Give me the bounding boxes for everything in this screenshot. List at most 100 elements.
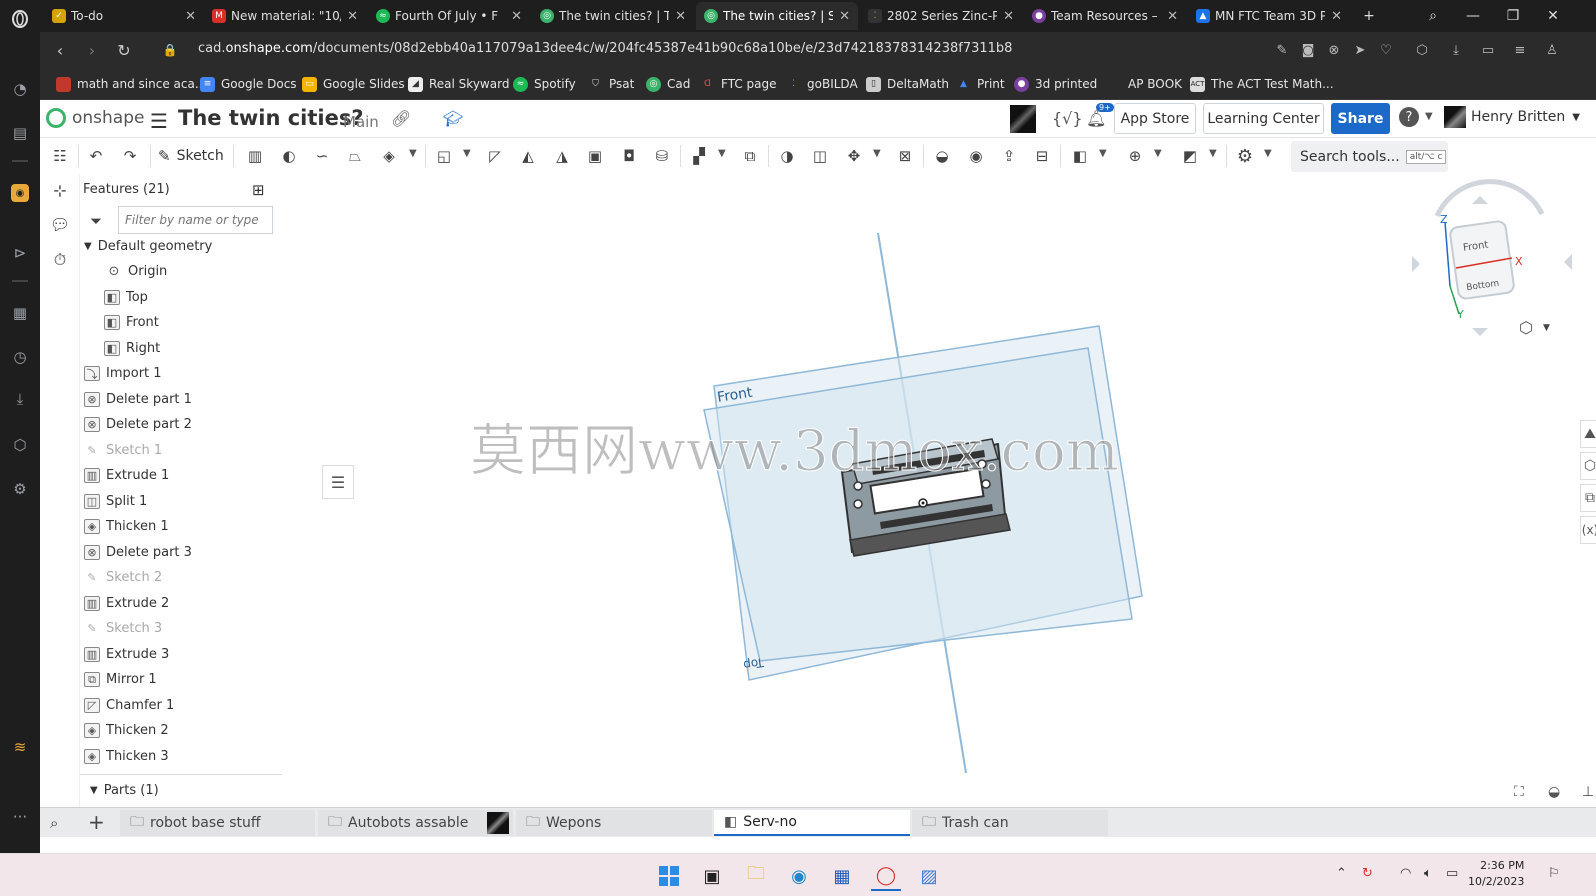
- reload-button[interactable]: ↻: [112, 38, 136, 62]
- search-tools-input[interactable]: Search tools... alt/⌥ c: [1291, 141, 1448, 172]
- delete-part-icon[interactable]: ⊠: [893, 144, 917, 168]
- feature-item[interactable]: ⧉ Mirror 1: [84, 667, 157, 692]
- revolve-icon[interactable]: ◐: [277, 144, 301, 168]
- sweep-icon[interactable]: ∽: [310, 144, 334, 168]
- add-tab-icon[interactable]: +: [88, 810, 105, 834]
- feature-filter-input[interactable]: [118, 206, 273, 234]
- feature-item[interactable]: ⊗ Delete part 3: [84, 540, 192, 565]
- mass-properties-icon[interactable]: ⧉: [1580, 484, 1596, 512]
- task-view-icon[interactable]: ▣: [697, 861, 727, 891]
- appearance-icon[interactable]: ⛰: [1580, 420, 1596, 448]
- tab-part-studio-active[interactable]: ◧ Serv-no: [714, 810, 910, 836]
- onshape-logo[interactable]: onshape: [46, 108, 144, 128]
- settings-icon[interactable]: ⚙: [0, 474, 40, 504]
- system-clock[interactable]: 2:36 PM 10/2/2023: [1468, 858, 1524, 890]
- file-explorer-icon[interactable]: 🗀︎: [741, 861, 771, 891]
- bag-icon[interactable]: ▤: [0, 118, 40, 148]
- feature-plane-right[interactable]: ◧ Right: [104, 336, 160, 361]
- opera-logo-icon[interactable]: [0, 4, 40, 34]
- help-icon[interactable]: ?: [1399, 107, 1419, 127]
- bookmark[interactable]: AP BOOK: [1128, 74, 1182, 94]
- feature-panel-toggle-icon[interactable]: ☰: [322, 465, 354, 499]
- document-title[interactable]: The twin cities?: [178, 106, 364, 130]
- boolean-icon[interactable]: ◑: [775, 144, 799, 168]
- feature-item[interactable]: ▥ Extrude 3: [84, 642, 169, 667]
- feature-item[interactable]: ▥ Extrude 1: [84, 463, 169, 488]
- wifi-icon[interactable]: ◠: [1400, 866, 1411, 881]
- more-icon[interactable]: ···: [0, 802, 40, 832]
- chevron-down-icon[interactable]: ▼: [1264, 148, 1272, 159]
- feature-item[interactable]: ◈ Thicken 2: [84, 718, 169, 743]
- bookmark[interactable]: ▲ Print: [956, 74, 1005, 94]
- downloads-icon[interactable]: ⤓: [0, 384, 40, 414]
- chevron-down-icon[interactable]: ▼: [1543, 323, 1550, 333]
- feature-list-icon[interactable]: ☷: [48, 144, 72, 168]
- section-view-icon[interactable]: ◒: [1548, 784, 1560, 800]
- graphics-viewport[interactable]: Front Top 莫西网www.3dmox.com Front Bottom …: [282, 174, 1596, 807]
- notification-icon[interactable]: ⚐: [1548, 866, 1560, 881]
- forward-button[interactable]: ›: [80, 38, 104, 62]
- url-field[interactable]: cad.onshape.com/documents/08d2ebb40a1170…: [198, 41, 1012, 56]
- feature-item[interactable]: ✎ Sketch 1: [84, 438, 162, 463]
- feature-item[interactable]: ◸ Chamfer 1: [84, 693, 174, 718]
- add-feature-icon[interactable]: ⊹: [48, 178, 72, 202]
- close-icon[interactable]: ✕: [347, 9, 358, 24]
- browser-tab[interactable]: ≈ Fourth Of July • F ✕: [368, 2, 530, 30]
- close-icon[interactable]: ✕: [511, 9, 522, 24]
- rib-icon[interactable]: ◮: [550, 144, 574, 168]
- chevron-down-icon[interactable]: ▼: [1154, 148, 1162, 159]
- close-window-button[interactable]: ✕: [1534, 0, 1572, 32]
- timer-icon[interactable]: ⏱︎: [48, 248, 72, 272]
- tab-folder[interactable]: 🗀︎ Trash can: [912, 810, 1108, 836]
- close-icon[interactable]: ✕: [1331, 9, 1342, 24]
- bookmark[interactable]: ▭ Google Slides: [302, 74, 405, 94]
- chevron-down-icon[interactable]: ▼: [1099, 148, 1107, 159]
- photos-icon[interactable]: ▨: [914, 861, 944, 891]
- browser-tab[interactable]: ⁚ 2802 Series Zinc-Plat ✕: [860, 2, 1022, 30]
- app-store-button[interactable]: App Store: [1114, 103, 1196, 134]
- comments-icon[interactable]: 💬︎: [48, 212, 72, 236]
- sheet-metal-icon[interactable]: ◩: [1178, 144, 1202, 168]
- tab-folder[interactable]: 🗀︎ Autobots assable: [318, 810, 513, 836]
- send-icon[interactable]: ➤: [1350, 40, 1370, 60]
- bookmark[interactable]: ◢ Real Skyward: [408, 74, 509, 94]
- tab-manager-icon[interactable]: ⌕: [50, 814, 58, 832]
- filter-icon[interactable]: ⏷: [90, 212, 102, 230]
- loft-icon[interactable]: ⏢: [343, 144, 367, 168]
- cube-icon[interactable]: ⬡: [1412, 40, 1432, 60]
- battery-saver-icon[interactable]: ▭: [1478, 40, 1498, 60]
- feature-item[interactable]: ⊗ Delete part 1: [84, 387, 192, 412]
- chevron-down-icon[interactable]: ▼: [90, 785, 98, 796]
- player-icon[interactable]: ⊳: [0, 238, 40, 268]
- variables-icon[interactable]: (x): [1580, 516, 1596, 544]
- model-canvas[interactable]: Front Top 莫西网www.3dmox.com Front Bottom …: [282, 174, 1596, 807]
- feature-item[interactable]: ⤵ Import 1: [84, 361, 162, 386]
- chamfer-icon[interactable]: ◸: [483, 144, 507, 168]
- browser-tab[interactable]: M New material: "10/2 ✕: [204, 2, 366, 30]
- parts-section-header[interactable]: ▼ Parts (1): [80, 774, 315, 806]
- view-mode-icon[interactable]: ⬡: [1519, 318, 1533, 337]
- workspaces-icon[interactable]: ▦: [0, 298, 40, 328]
- browser-tab[interactable]: ▲ MN FTC Team 3D Prin ✕: [1188, 2, 1350, 30]
- bookmark[interactable]: math and since aca...: [56, 74, 206, 94]
- transform-icon[interactable]: ✥: [842, 144, 866, 168]
- chevron-down-icon[interactable]: ▼: [1425, 111, 1433, 122]
- bookmark[interactable]: ▯ DeltaMath: [866, 74, 949, 94]
- split-icon[interactable]: ◫: [808, 144, 832, 168]
- close-icon[interactable]: ✕: [1003, 9, 1014, 24]
- volume-icon[interactable]: 🔈︎: [1424, 866, 1432, 881]
- bookmark[interactable]: ACT The ACT Test Math...: [1190, 74, 1334, 94]
- chevron-down-icon[interactable]: ▼: [1209, 148, 1217, 159]
- tab-folder[interactable]: 🗀︎ robot base stuff: [120, 810, 315, 836]
- measure-icon[interactable]: ⊥: [1582, 784, 1594, 800]
- view-cube[interactable]: Front Bottom X Z Y: [1412, 179, 1572, 336]
- feature-group-default-geometry[interactable]: ▼ Default geometry: [84, 234, 212, 259]
- plane-icon[interactable]: ◧: [1068, 144, 1092, 168]
- close-icon[interactable]: ✕: [185, 9, 196, 24]
- branch-name[interactable]: Main: [343, 113, 379, 131]
- undo-icon[interactable]: ↶: [84, 144, 108, 168]
- draft-icon[interactable]: ◭: [516, 144, 540, 168]
- share-button[interactable]: Share: [1331, 103, 1390, 134]
- extrude-icon[interactable]: ▥: [243, 144, 267, 168]
- feature-item[interactable]: ◫ Split 1: [84, 489, 147, 514]
